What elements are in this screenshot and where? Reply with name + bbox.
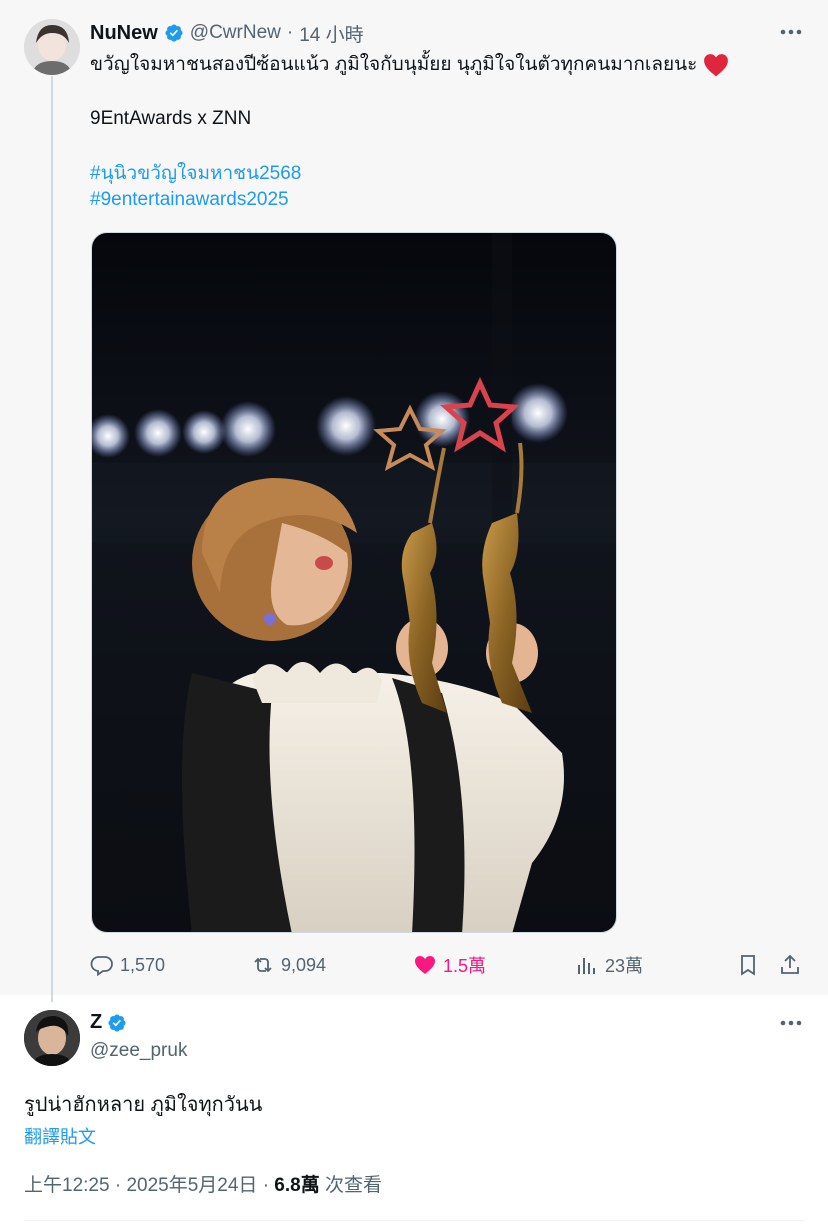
bookmark-icon xyxy=(741,955,755,976)
hashtag-link[interactable]: #9entertainawards2025 xyxy=(90,187,289,213)
reply-button[interactable]: 1,570 xyxy=(90,950,165,980)
view-count: 23萬 xyxy=(605,956,644,976)
post-time[interactable]: 上午12:25 xyxy=(24,1175,110,1196)
post-text: ขวัญใจมหาชนสองปีซ้อนแน้ว ภูมิใจกับนุมั้ย… xyxy=(90,54,698,75)
post-text-line2: 9EntAwards x ZNN xyxy=(90,108,252,129)
reply-text: รูปน่าฮักหลาย ภูมิใจทุกวันน xyxy=(24,1094,263,1116)
more-options-icon[interactable] xyxy=(777,22,805,42)
post-header: NuNew @CwrNew · 14 小時 xyxy=(90,20,364,46)
verified-badge-icon xyxy=(108,1013,126,1032)
reply-author-name[interactable]: Z xyxy=(90,1011,102,1034)
thread-line xyxy=(51,76,53,1002)
post-text-line1: ขวัญใจมหาชนสองปีซ้อนแน้ว ภูมิใจกับนุมั้ย… xyxy=(90,52,729,78)
view-label: 次查看 xyxy=(325,1175,383,1196)
zee-avatar[interactable] xyxy=(24,1010,80,1066)
post-metadata: 上午12:25 · 2025年5月24日 · 6.8萬 次查看 xyxy=(24,1170,382,1197)
repost-button[interactable]: 9,094 xyxy=(251,950,326,980)
hashtag-link[interactable]: #นุนิวขวัญใจมหาชน2568 xyxy=(90,161,301,187)
liked-heart-icon xyxy=(415,956,435,974)
views-chart-icon xyxy=(578,958,595,974)
author-name[interactable]: NuNew xyxy=(90,22,158,45)
meta-separator: · xyxy=(114,1175,122,1196)
view-count: 6.8萬 xyxy=(274,1175,320,1196)
author-handle[interactable]: @CwrNew xyxy=(190,22,281,44)
like-count: 1.5萬 xyxy=(443,956,487,976)
repost-count: 9,094 xyxy=(281,954,327,975)
quoted-post[interactable]: NuNew @CwrNew · 14 小時 ขวัญใจมหาชนสองปีซ้… xyxy=(0,0,828,1002)
red-heart-emoji-icon xyxy=(704,54,729,77)
meta-separator: · xyxy=(262,1175,270,1196)
more-options-icon[interactable] xyxy=(777,1013,805,1033)
post-date[interactable]: 2025年5月24日 xyxy=(126,1175,257,1196)
views-button[interactable]: 23萬 xyxy=(575,950,643,980)
verified-badge-icon xyxy=(165,24,183,42)
time-separator: · xyxy=(286,22,294,43)
nunew-avatar[interactable] xyxy=(24,19,80,75)
post-time[interactable]: 14 小時 xyxy=(299,20,363,47)
translate-post-link[interactable]: 翻譯貼文 xyxy=(24,1123,96,1149)
share-button[interactable] xyxy=(778,950,802,980)
share-icon xyxy=(781,954,799,974)
like-button[interactable]: 1.5萬 xyxy=(413,950,486,980)
photo-award-trophies xyxy=(92,233,616,932)
reply-author: Z xyxy=(90,1011,127,1034)
reply-author-handle[interactable]: @zee_pruk xyxy=(90,1040,187,1062)
divider xyxy=(24,1220,804,1221)
reply-icon xyxy=(90,956,113,977)
post-photo[interactable] xyxy=(91,232,617,933)
repost-icon xyxy=(254,957,272,973)
bookmark-button[interactable] xyxy=(736,950,760,980)
reply-count: 1,570 xyxy=(120,954,166,975)
